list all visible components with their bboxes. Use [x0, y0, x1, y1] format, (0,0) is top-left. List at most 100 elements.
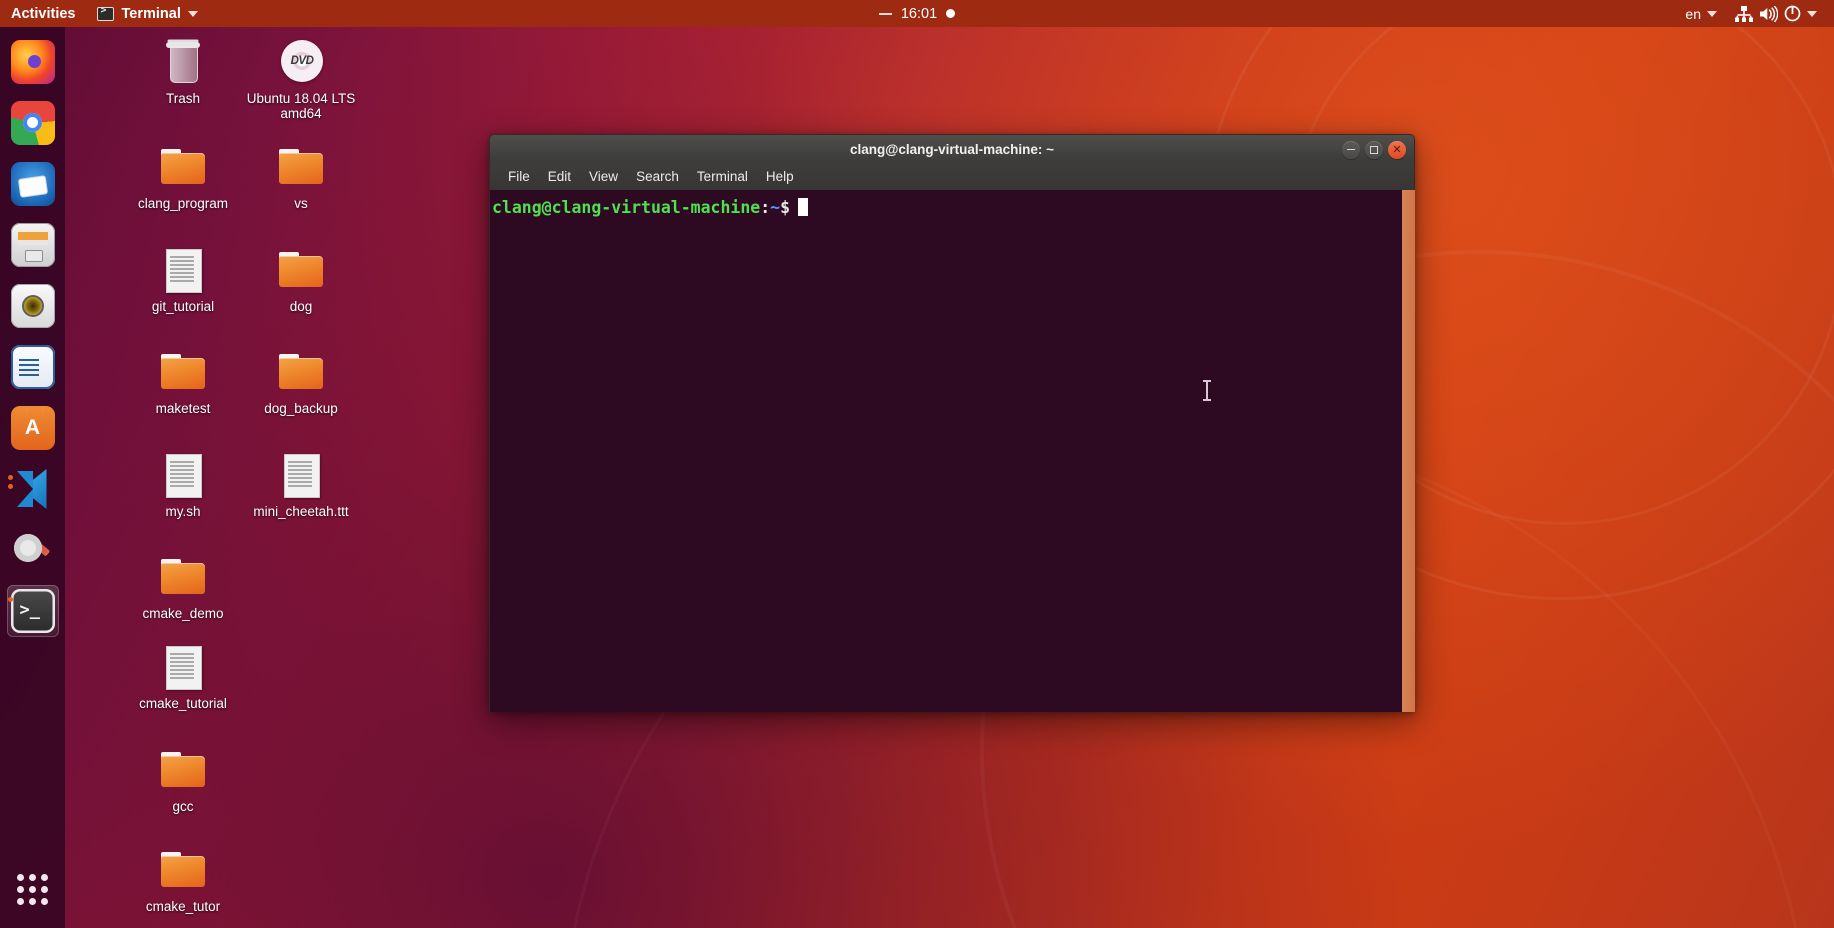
desktop-icon-label: dog_backup — [264, 401, 338, 416]
dock-item-rhythmbox[interactable] — [7, 280, 59, 332]
desktop-icon-grid: Trash Ubuntu 18.04 LTS amd64 clang_program… — [65, 27, 365, 928]
app-menu-label: Terminal — [121, 5, 181, 22]
desktop-icon-gcc[interactable]: gcc — [125, 745, 241, 814]
desktop-icon-maketest[interactable]: maketest — [125, 347, 241, 416]
terminal-menubar: File Edit View Search Terminal Help — [489, 163, 1415, 190]
dock-item-software[interactable] — [7, 402, 59, 454]
chrome-icon — [10, 101, 55, 145]
dock-item-settings[interactable] — [7, 524, 59, 576]
desktop-icon-clang-program[interactable]: clang_program — [125, 142, 241, 211]
rhythmbox-icon — [10, 284, 55, 328]
folder-icon — [158, 347, 208, 397]
dock-item-vscode[interactable] — [7, 463, 59, 515]
software-icon — [10, 406, 55, 450]
maximize-button[interactable] — [1365, 140, 1383, 159]
desktop-icon-dog[interactable]: dog — [243, 245, 359, 314]
desktop-icon-dog-backup[interactable]: dog_backup — [243, 347, 359, 416]
terminal-output-area[interactable]: clang@clang-virtual-machine:~$ — [489, 190, 1415, 712]
desktop-icon-ubuntu-18-04-lts-amd64[interactable]: Ubuntu 18.04 LTS amd64 — [243, 37, 359, 121]
prompt-user-host: clang@clang-virtual-machine — [492, 198, 761, 217]
menu-file[interactable]: File — [499, 166, 539, 187]
dock-item-firefox[interactable] — [7, 36, 59, 88]
desktop-icon-label: mini_cheetah.ttt — [253, 504, 349, 519]
menu-search[interactable]: Search — [627, 166, 688, 187]
folder-icon — [158, 745, 208, 795]
folder-icon — [276, 245, 326, 295]
menu-edit[interactable]: Edit — [539, 166, 580, 187]
notification-dash-icon — [878, 12, 892, 15]
desktop-icon-label: Ubuntu 18.04 LTS amd64 — [246, 91, 356, 121]
dock-item-files[interactable] — [7, 219, 59, 271]
close-button[interactable]: ✕ — [1388, 140, 1406, 159]
folder-icon — [276, 142, 326, 192]
menu-view[interactable]: View — [580, 166, 627, 187]
desktop-icon-trash[interactable]: Trash — [125, 37, 241, 106]
prompt-path: ~ — [770, 198, 781, 217]
terminal-prompt-line: clang@clang-virtual-machine:~$ — [490, 190, 1415, 219]
system-menu-button[interactable] — [1726, 0, 1826, 27]
terminal-titlebar[interactable]: clang@clang-virtual-machine: ~ ✕ — [489, 134, 1415, 163]
dock-item-thunderbird[interactable] — [7, 158, 59, 210]
desktop-icon-my-sh[interactable]: my.sh — [125, 450, 241, 519]
desktop-icon-label: cmake_demo — [142, 606, 224, 621]
firefox-icon — [10, 40, 55, 84]
desktop-icon-label: dog — [289, 299, 313, 314]
launcher-dock — [0, 27, 65, 928]
dock-item-writer[interactable] — [7, 341, 59, 393]
chevron-down-icon — [1707, 10, 1717, 17]
vscode-icon — [11, 467, 55, 511]
folder-icon — [158, 552, 208, 602]
menu-terminal[interactable]: Terminal — [688, 166, 757, 187]
keyboard-layout-button[interactable]: en — [1676, 0, 1726, 27]
folder-icon — [158, 845, 208, 895]
desktop-icon-label: cmake_tutorial — [139, 696, 227, 711]
folder-icon — [276, 347, 326, 397]
folder-icon — [158, 142, 208, 192]
apps-grid-icon — [17, 873, 48, 905]
terminal-icon — [10, 589, 55, 633]
dock-item-chrome[interactable] — [7, 97, 59, 149]
volume-icon — [1760, 5, 1778, 22]
power-icon — [1784, 5, 1801, 22]
desktop-icon-label: my.sh — [165, 504, 201, 519]
desktop-icon-cmake-demo[interactable]: cmake_demo — [125, 552, 241, 621]
doc-icon — [276, 450, 326, 500]
keyboard-layout-label: en — [1685, 5, 1701, 22]
clock-button[interactable]: 16:01 — [878, 6, 956, 22]
top-panel-tray: en — [1676, 0, 1834, 27]
desktop-icon-mini-cheetah-ttt[interactable]: mini_cheetah.ttt — [243, 450, 359, 519]
dock-item-terminal[interactable] — [6, 585, 59, 637]
terminal-window[interactable]: clang@clang-virtual-machine: ~ ✕ File Ed… — [489, 134, 1415, 712]
top-panel-left: Activities Terminal — [0, 0, 209, 27]
doc-icon — [158, 450, 208, 500]
running-indicator — [7, 597, 13, 602]
prompt-colon: : — [760, 198, 771, 217]
activities-label: Activities — [11, 5, 76, 22]
writer-icon — [10, 345, 55, 389]
show-applications-button[interactable] — [0, 860, 65, 918]
running-indicator — [7, 475, 13, 489]
desktop-icon-label: gcc — [172, 799, 194, 814]
chevron-down-icon — [187, 10, 198, 17]
app-menu-button[interactable]: Terminal — [86, 0, 208, 27]
menu-help[interactable]: Help — [757, 166, 803, 187]
chevron-down-icon — [1807, 10, 1817, 17]
desktop-icon-git-tutorial[interactable]: git_tutorial — [125, 245, 241, 314]
terminal-scrollbar[interactable] — [1402, 190, 1415, 712]
thunderbird-icon — [10, 162, 55, 206]
desktop-icon-label: git_tutorial — [151, 299, 215, 314]
terminal-mini-icon — [97, 5, 115, 21]
top-panel: Activities Terminal 16:01 en — [0, 0, 1834, 27]
desktop-icon-cmake-tutorial[interactable]: cmake_tutorial — [125, 642, 241, 711]
desktop-icon-vs[interactable]: vs — [243, 142, 359, 211]
prompt-dollar: $ — [780, 198, 791, 217]
doc-icon — [158, 245, 208, 295]
desktop-icon-label: maketest — [155, 401, 211, 416]
desktop-icon-cmake-tutor[interactable]: cmake_tutor — [125, 845, 241, 914]
settings-icon — [11, 528, 55, 572]
minimize-button[interactable] — [1342, 140, 1360, 159]
network-icon — [1735, 5, 1753, 22]
activities-button[interactable]: Activities — [0, 0, 86, 27]
desktop-icon-label: cmake_tutor — [145, 899, 221, 914]
desktop-icon-label: vs — [294, 196, 308, 211]
